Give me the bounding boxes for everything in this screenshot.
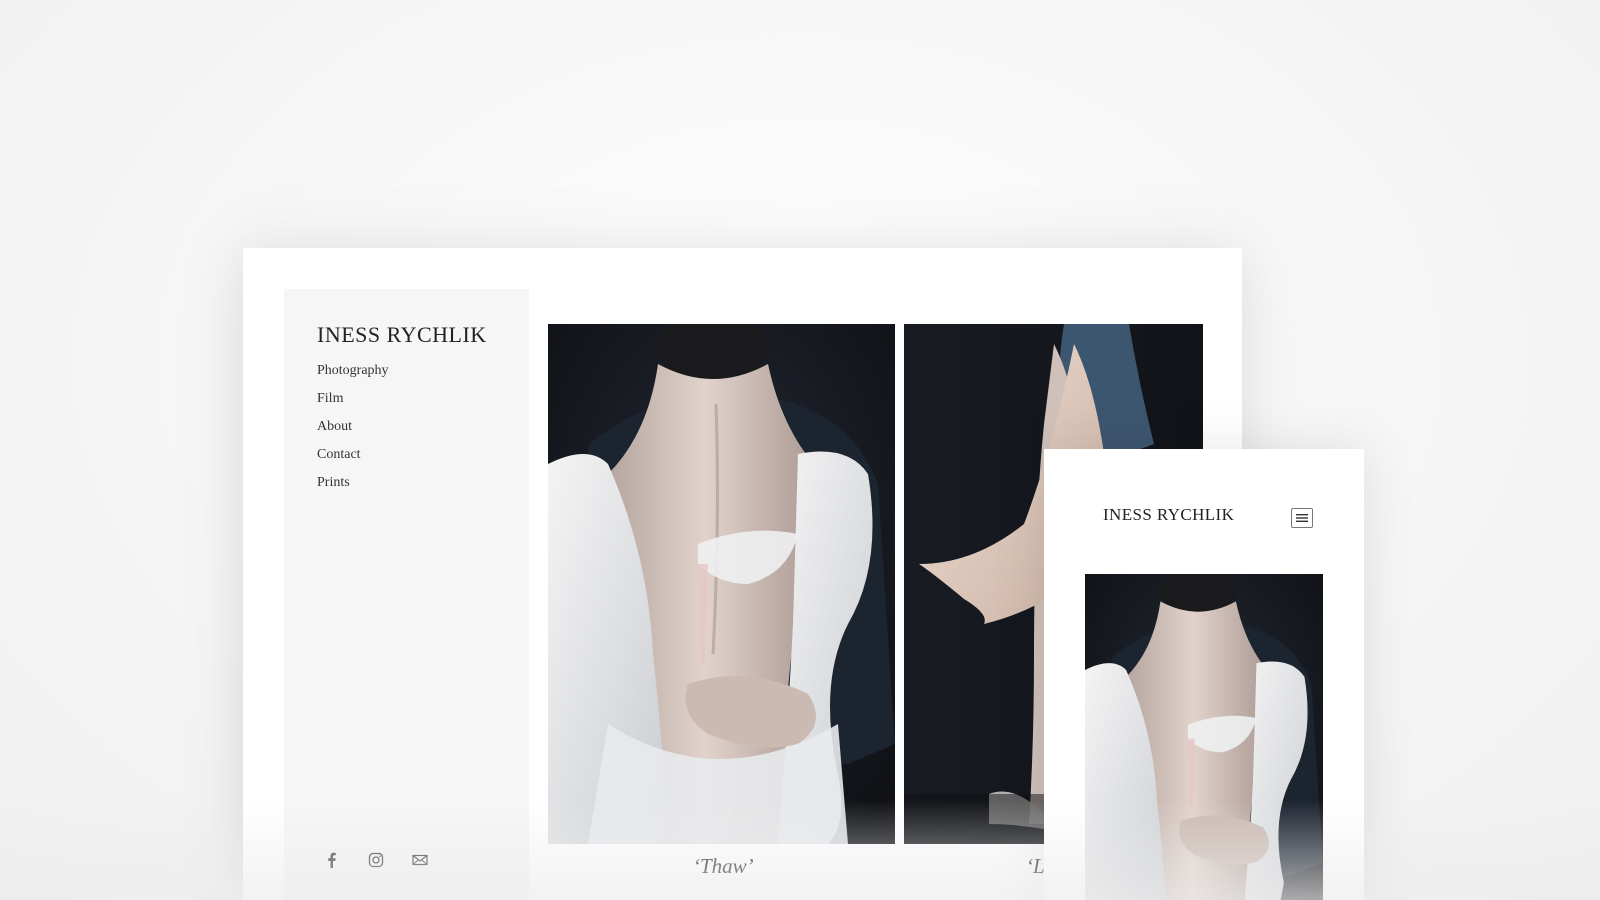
nav-item-about[interactable]: About [317, 417, 389, 445]
mobile-preview: INESS RYCHLIK [1044, 449, 1364, 900]
main-nav: Photography Film About Contact Prints [317, 361, 389, 501]
mobile-photo[interactable] [1085, 574, 1323, 900]
mobile-site-title[interactable]: INESS RYCHLIK [1103, 505, 1234, 525]
nav-item-film[interactable]: Film [317, 389, 389, 417]
nav-item-photography[interactable]: Photography [317, 361, 389, 389]
gallery-photo-thaw[interactable] [548, 324, 895, 844]
nav-item-prints[interactable]: Prints [317, 473, 389, 501]
gallery-caption-thaw: ‘Thaw’ [693, 854, 754, 878]
mail-icon[interactable] [412, 852, 428, 868]
social-links [324, 852, 428, 868]
site-title[interactable]: INESS RYCHLIK [317, 322, 487, 348]
sidebar: INESS RYCHLIK Photography Film About Con… [284, 289, 529, 900]
nav-item-contact[interactable]: Contact [317, 445, 389, 473]
hamburger-menu-icon[interactable] [1291, 508, 1313, 528]
instagram-icon[interactable] [368, 852, 384, 868]
facebook-icon[interactable] [324, 852, 340, 868]
